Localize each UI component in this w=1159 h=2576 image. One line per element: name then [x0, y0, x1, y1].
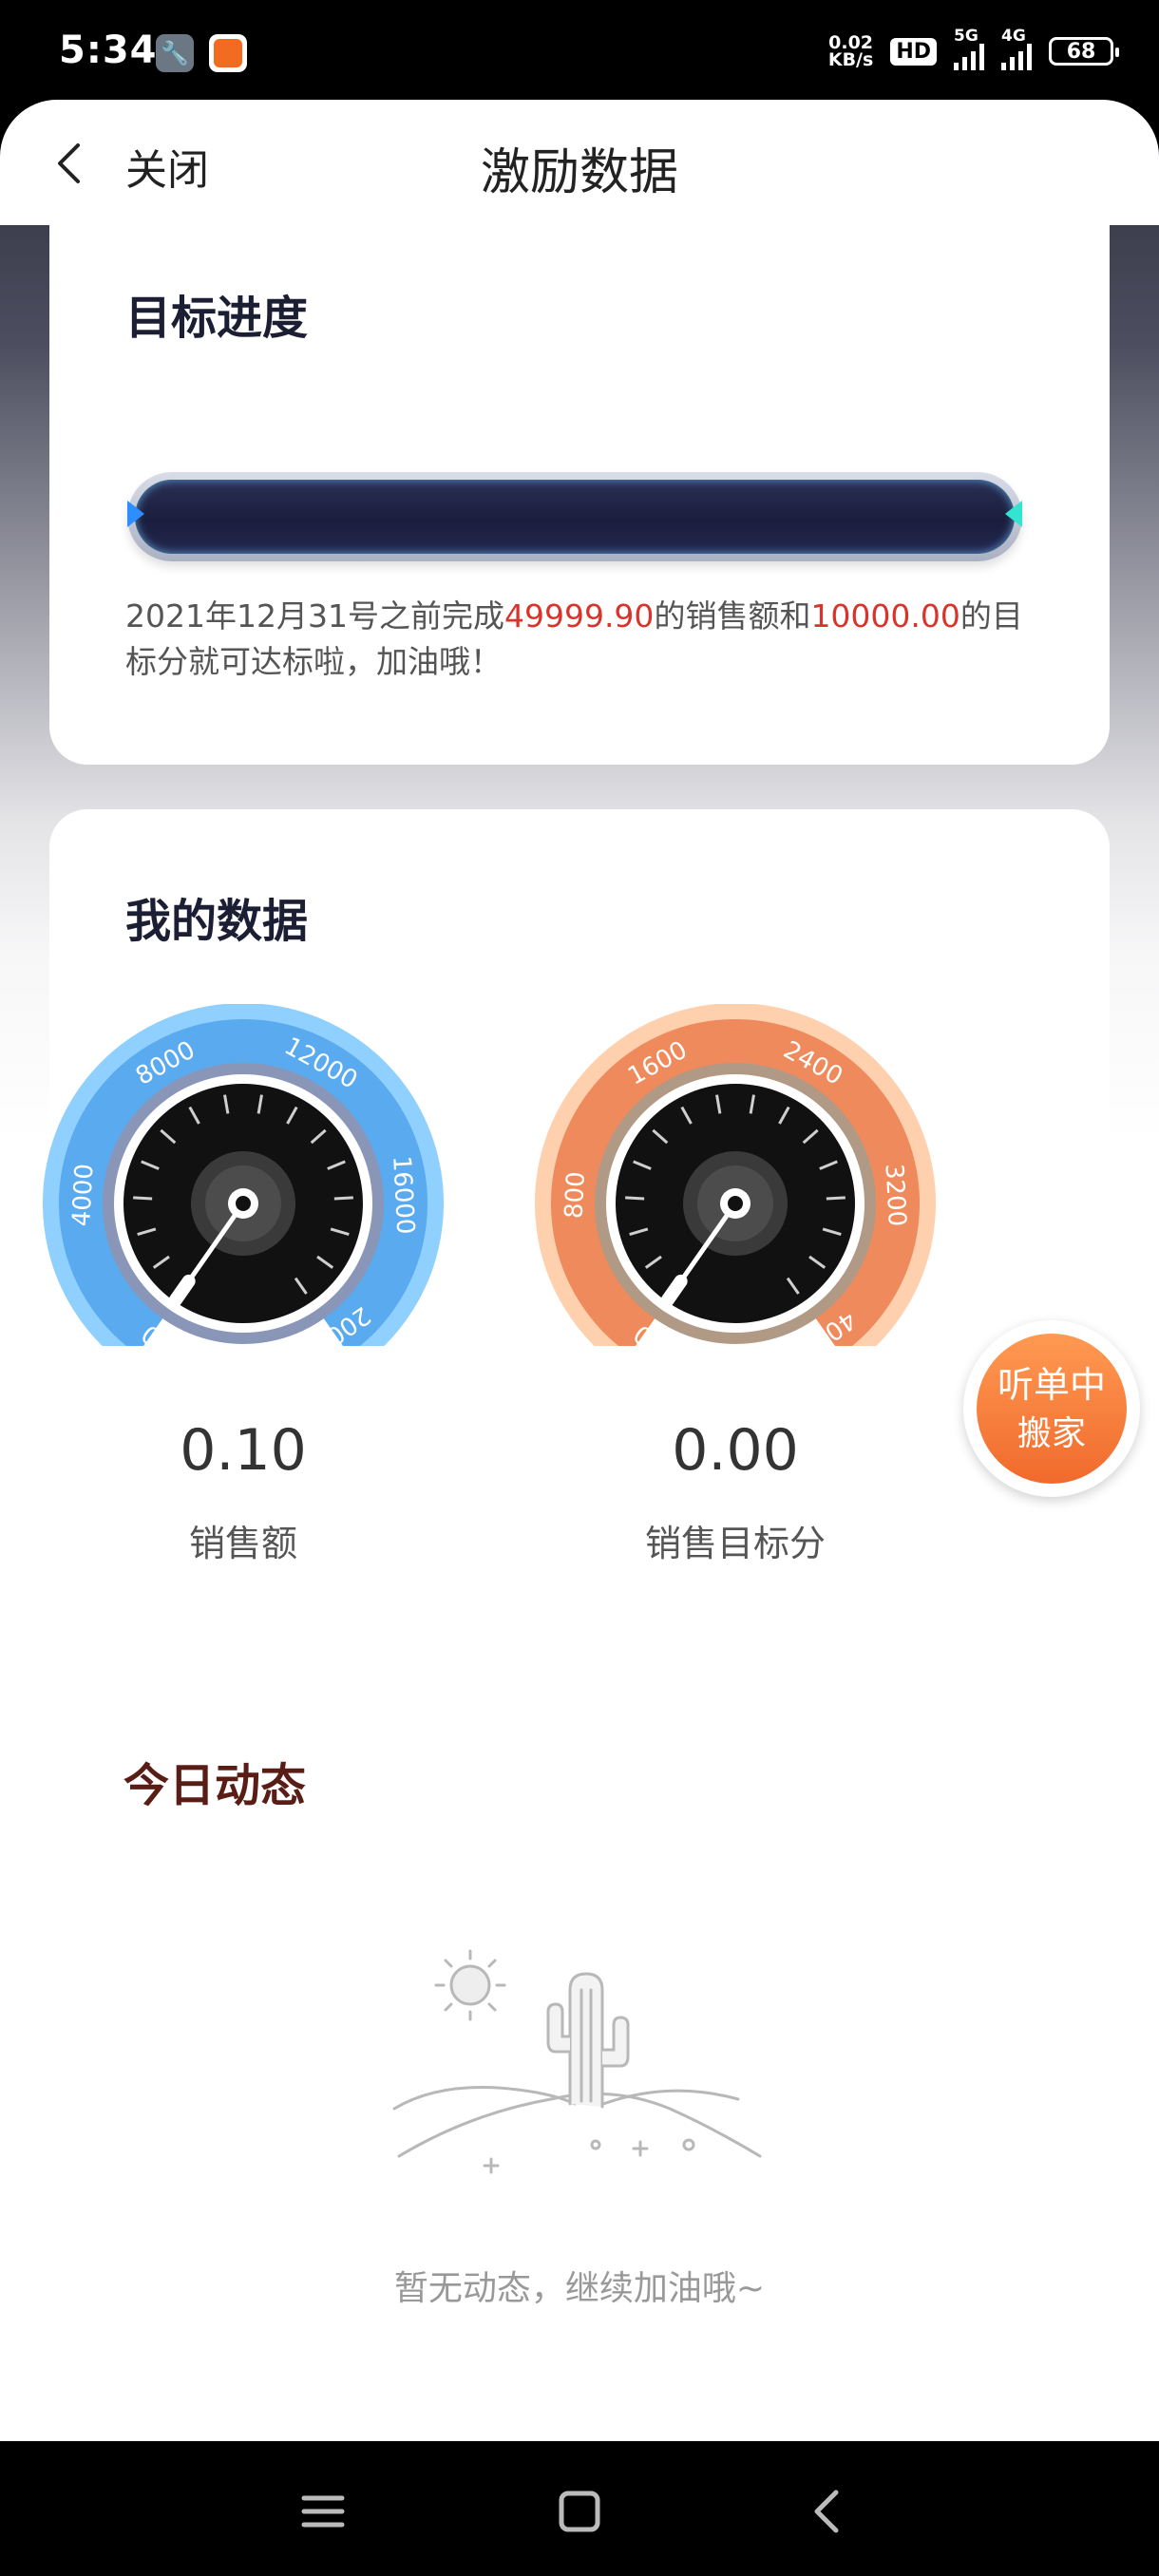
my-data-title: 我的数据 [125, 895, 309, 948]
goal-progress-title: 目标进度 [125, 292, 309, 345]
status-bar: 5:34 🔧 0.02 KB/s HD 5G 4G 68 [0, 0, 1159, 104]
gauge-tick-mark [625, 1196, 645, 1201]
order-status-float-button[interactable]: 听单中 搬家 [963, 1320, 1140, 1497]
progress-track [135, 480, 1015, 554]
page-title: 激励数据 [480, 144, 678, 201]
hd-icon: HD [890, 37, 937, 66]
sales-target-value: 49999.90 [504, 597, 655, 635]
score-label: 销售目标分 [644, 1523, 826, 1564]
desert-cactus-icon [392, 1949, 762, 2174]
menu-icon[interactable] [294, 2483, 352, 2540]
progress-start-marker [127, 501, 144, 527]
score-value: 0.00 [672, 1417, 799, 1484]
gauge-tick-mark [333, 1196, 353, 1201]
battery-icon: 68 [1049, 37, 1119, 66]
status-indicators: 0.02 KB/s HD 5G 4G 68 [827, 27, 1119, 70]
wrench-icon: 🔧 [156, 34, 194, 72]
order-status-line2: 搬家 [1016, 1414, 1086, 1453]
app-header: 关闭 激励数据 [0, 100, 1159, 225]
score-gauge: 08001600 240032004000 [535, 1004, 936, 1346]
signal-5g-icon: 5G [954, 27, 984, 70]
gauge-tick-mark [133, 1196, 153, 1201]
sales-label: 销售额 [188, 1523, 297, 1564]
gauge-tick-label: 3200 [880, 1163, 911, 1227]
gauge-tick-label: 4000 [67, 1163, 99, 1227]
app-badge-icon [209, 34, 247, 72]
sales-value: 0.10 [180, 1417, 307, 1484]
order-status-line1: 听单中 [997, 1364, 1106, 1406]
sales-gauge: 040008000 120001600020000 [43, 1004, 444, 1346]
network-speed: 0.02 KB/s [827, 32, 874, 70]
order-status-badge: 听单中 搬家 [977, 1334, 1127, 1484]
signal-4g-icon: 4G [1001, 27, 1032, 70]
gauge-tick-label: 800 [560, 1171, 591, 1220]
empty-activity-text: 暂无动态，继续加油哦~ [393, 2269, 766, 2308]
gauge-tick-mark [826, 1196, 846, 1201]
home-square-icon[interactable] [551, 2483, 608, 2540]
gauge-pivot-center [728, 1196, 743, 1211]
gauge-tick-label: 16000 [387, 1155, 419, 1235]
score-target-value: 10000.00 [810, 597, 960, 635]
progress-end-marker [1005, 501, 1022, 527]
goal-description: 2021年12月31号之前完成49999.90的销售额和10000.00的目标分… [125, 597, 1023, 680]
system-navigation-bar [0, 2441, 1159, 2576]
gauge-pivot-center [236, 1196, 251, 1211]
back-triangle-icon[interactable] [800, 2483, 857, 2540]
status-time: 5:34 [59, 28, 158, 72]
my-data-card: 我的数据 0 4000 8000 12000 16000 20000 0.10 销售额 0… [43, 809, 1110, 1672]
goal-progress-bar [127, 472, 1022, 561]
today-activity-title: 今日动态 [124, 1759, 307, 1812]
goal-progress-card: 目标进度 2021年12月31号之前完成49999.90的销售额和10000.0… [49, 204, 1110, 765]
